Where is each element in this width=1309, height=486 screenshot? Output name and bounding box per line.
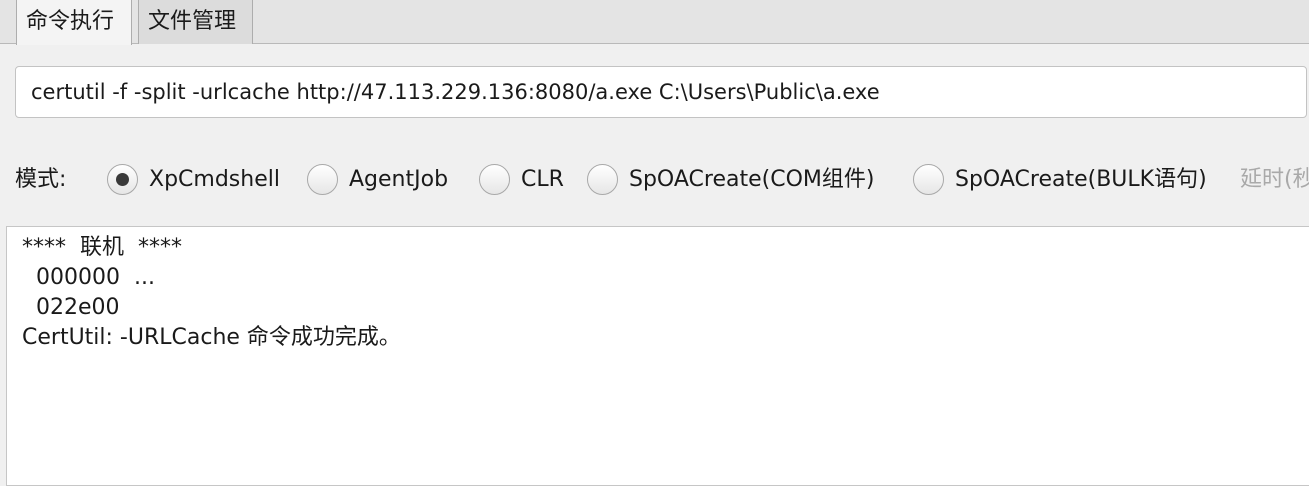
tab-command-exec[interactable]: 命令执行 — [16, 0, 132, 45]
radio-label-spoacreate-com: SpOACreate(COM组件) — [629, 167, 875, 192]
output-area[interactable]: **** 联机 **** 000000 ... 022e00 CertUtil:… — [6, 226, 1309, 486]
output-line: 000000 ... — [22, 265, 155, 290]
output-line: CertUtil: -URLCache 命令成功完成。 — [22, 325, 401, 350]
command-input[interactable] — [15, 66, 1307, 118]
output-line: **** 联机 **** — [22, 235, 182, 260]
tab-bar: 命令执行 文件管理 — [0, 0, 1309, 45]
radio-unchecked-icon[interactable] — [913, 164, 944, 195]
radio-label-agentjob: AgentJob — [349, 167, 449, 192]
radio-label-spoacreate-bulk: SpOACreate(BULK语句) — [955, 167, 1207, 192]
radio-checked-icon[interactable] — [107, 164, 138, 195]
mode-label: 模式: — [15, 167, 67, 192]
radio-label-clr: CLR — [521, 167, 564, 192]
radio-unchecked-icon[interactable] — [479, 164, 510, 195]
delay-label: 延时(秒 — [1240, 167, 1309, 192]
tab-file-manager[interactable]: 文件管理 — [138, 0, 253, 44]
radio-label-xpcmdshell: XpCmdshell — [149, 167, 280, 192]
output-line: 022e00 — [22, 295, 120, 320]
mode-selector: 模式: XpCmdshell AgentJob CLR SpOACreate(C… — [0, 156, 1309, 204]
radio-unchecked-icon[interactable] — [307, 164, 338, 195]
radio-unchecked-icon[interactable] — [587, 164, 618, 195]
